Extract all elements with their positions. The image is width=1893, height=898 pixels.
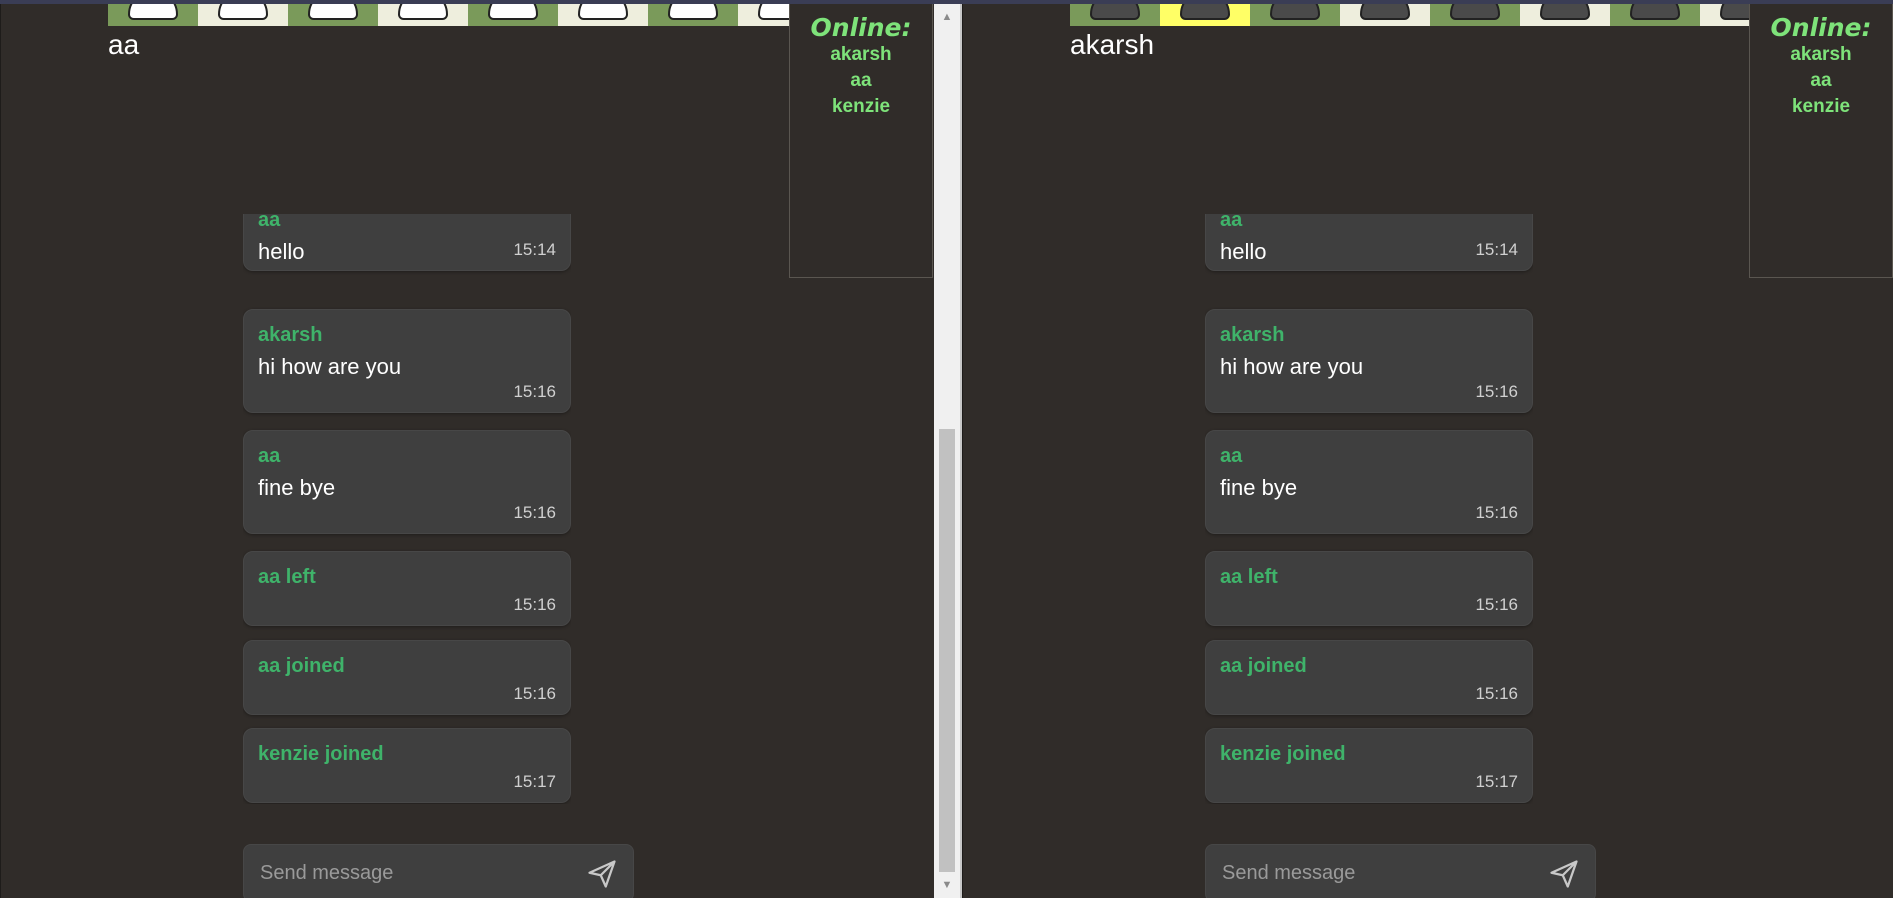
send-icon[interactable] [1549, 859, 1579, 889]
message-author: akarsh [1220, 324, 1285, 346]
message-time: 15:17 [1475, 772, 1518, 791]
system-event-text: aa joined [258, 655, 345, 677]
piano-key-bar [1070, 4, 1790, 26]
message-card: aa fine bye 15:16 [1205, 430, 1533, 534]
system-message-card: kenzie joined 15:17 [1205, 728, 1533, 803]
piano-key[interactable] [1160, 4, 1250, 26]
online-user: kenzie [1791, 96, 1851, 117]
message-card: aa hello 15:14 [243, 214, 571, 271]
piano-key[interactable] [198, 4, 288, 26]
scroll-down-arrow-icon[interactable]: ▼ [934, 872, 960, 898]
message-list: aa hello 15:14 akarsh hi how are you 15:… [1205, 214, 1533, 804]
message-text: fine bye [258, 475, 336, 500]
message-input[interactable] [258, 857, 562, 889]
piano-key[interactable] [1340, 4, 1430, 26]
system-message-card: aa joined 15:16 [243, 640, 571, 715]
online-user: aa [1810, 70, 1832, 91]
message-text: hello [258, 239, 305, 264]
message-text: fine bye [1220, 475, 1298, 500]
message-input[interactable] [1220, 857, 1524, 889]
piano-key[interactable] [288, 4, 378, 26]
piano-key[interactable] [558, 4, 648, 26]
message-author: aa [1220, 445, 1243, 467]
message-time: 15:16 [513, 684, 556, 703]
chat-window-right: akarsh aa hello 15:14 akarsh hi how are … [962, 4, 1893, 898]
message-time: 15:16 [1475, 382, 1518, 401]
message-time: 15:16 [1475, 684, 1518, 703]
piano-key[interactable] [1070, 4, 1160, 26]
message-text: hello [1220, 239, 1267, 264]
message-composer [1205, 844, 1596, 898]
message-time: 15:16 [513, 503, 556, 522]
system-message-card: kenzie joined 15:17 [243, 728, 571, 803]
piano-key[interactable] [1610, 4, 1700, 26]
message-author: aa [258, 445, 281, 467]
scroll-up-arrow-icon[interactable]: ▲ [934, 4, 960, 30]
message-card: akarsh hi how are you 15:16 [1205, 309, 1533, 413]
system-event-text: kenzie joined [258, 743, 384, 765]
message-author: aa [258, 214, 281, 231]
message-card: aa fine bye 15:16 [243, 430, 571, 534]
online-title: Online: [810, 13, 912, 42]
message-time: 15:16 [1475, 503, 1518, 522]
system-event-text: kenzie joined [1220, 743, 1346, 765]
system-event-text: aa left [1220, 566, 1278, 588]
online-user: akarsh [830, 44, 892, 65]
scrollbar-thumb[interactable] [939, 429, 955, 872]
message-card: akarsh hi how are you 15:16 [243, 309, 571, 413]
send-icon[interactable] [587, 859, 617, 889]
vertical-scrollbar[interactable]: ▲ ▼ [934, 4, 962, 898]
message-card: aa hello 15:14 [1205, 214, 1533, 271]
message-list: aa hello 15:14 akarsh hi how are you 15:… [243, 214, 571, 804]
chat-window-left: aa aa hello 15:14 akarsh hi how are you … [0, 4, 934, 898]
piano-key[interactable] [648, 4, 738, 26]
message-author: akarsh [258, 324, 323, 346]
piano-key[interactable] [108, 4, 198, 26]
current-username: aa [108, 29, 140, 60]
system-event-text: aa left [258, 566, 316, 588]
online-users-panel: Online: akarsh aa kenzie [789, 4, 933, 278]
online-title: Online: [1770, 13, 1872, 42]
online-user: kenzie [831, 96, 891, 117]
message-text: hi how are you [1220, 354, 1364, 379]
piano-key-bar [108, 4, 828, 26]
piano-key[interactable] [1520, 4, 1610, 26]
system-message-card: aa joined 15:16 [1205, 640, 1533, 715]
message-text: hi how are you [258, 354, 402, 379]
online-users-panel: Online: akarsh aa kenzie [1749, 4, 1893, 278]
piano-key[interactable] [468, 4, 558, 26]
current-username: akarsh [1070, 29, 1155, 60]
message-time: 15:14 [1475, 240, 1518, 259]
system-event-text: aa joined [1220, 655, 1307, 677]
message-composer [243, 844, 634, 898]
message-time: 15:17 [513, 772, 556, 791]
piano-key[interactable] [1250, 4, 1340, 26]
system-message-card: aa left 15:16 [1205, 551, 1533, 626]
message-time: 15:16 [513, 595, 556, 614]
online-user: aa [850, 70, 872, 91]
message-time: 15:14 [513, 240, 556, 259]
piano-key[interactable] [1430, 4, 1520, 26]
message-time: 15:16 [513, 382, 556, 401]
message-time: 15:16 [1475, 595, 1518, 614]
message-author: aa [1220, 214, 1243, 231]
system-message-card: aa left 15:16 [243, 551, 571, 626]
piano-key[interactable] [378, 4, 468, 26]
online-user: akarsh [1790, 44, 1852, 65]
